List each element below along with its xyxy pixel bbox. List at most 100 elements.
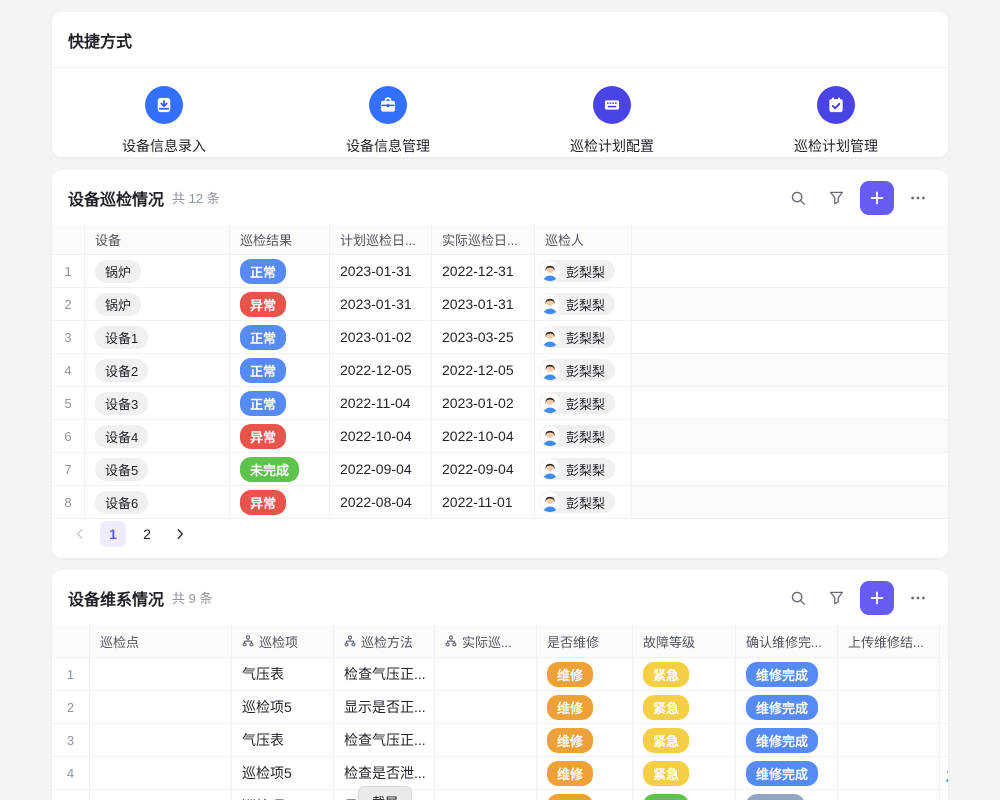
device-cell: 设备4 bbox=[85, 420, 230, 452]
filter-icon[interactable] bbox=[822, 584, 850, 612]
table-header-row: 设备巡检结果计划巡检日...实际巡检日...巡检人 bbox=[52, 225, 948, 255]
person-name: 彭梨梨 bbox=[566, 460, 605, 479]
maintenance-title: 设备维系情况 bbox=[68, 586, 164, 610]
table-row[interactable]: 3气压表检查气压正...维修紧急维修完成 bbox=[52, 724, 948, 757]
status-badge: 维修完成 bbox=[746, 662, 818, 687]
upload-cell bbox=[838, 790, 940, 800]
next-page-icon[interactable] bbox=[168, 522, 192, 546]
more-icon[interactable] bbox=[904, 184, 932, 212]
keyboard-icon[interactable] bbox=[593, 86, 631, 124]
shortcut-plan-config[interactable]: 巡检计划配置 bbox=[500, 86, 724, 156]
inspector-cell: 彭梨梨 bbox=[535, 453, 632, 485]
add-record-button[interactable] bbox=[860, 181, 894, 215]
column-header: 实际巡检日... bbox=[432, 225, 535, 254]
column-header: 上传维修结... bbox=[838, 625, 940, 657]
inspector-cell: 彭梨梨 bbox=[535, 321, 632, 353]
more-icon[interactable] bbox=[904, 584, 932, 612]
column-header: 故障等级 bbox=[633, 625, 736, 657]
table-row[interactable]: 4巡检项5检查是否泄...维修紧急维修完成 bbox=[52, 757, 948, 790]
shortcut-plan-manage[interactable]: 巡检计划管理 bbox=[724, 86, 948, 156]
shortcuts-title: 快捷方式 bbox=[68, 28, 132, 52]
inspection-card: 设备巡检情况 共 12 条 设备巡检结果计划巡检日...实际巡检日...巡检人1… bbox=[52, 170, 948, 558]
device-cell: 设备2 bbox=[85, 354, 230, 386]
person-name: 彭梨梨 bbox=[566, 328, 605, 347]
row-number: 7 bbox=[52, 453, 85, 485]
actual-date-cell: 2022-11-01 bbox=[432, 486, 535, 518]
prev-page-icon[interactable] bbox=[68, 522, 92, 546]
upload-cell bbox=[838, 757, 940, 789]
add-record-button[interactable] bbox=[860, 581, 894, 615]
table-row[interactable]: 4设备2正常2022-12-052022-12-05彭梨梨 bbox=[52, 354, 948, 387]
page-number-2[interactable]: 2 bbox=[134, 521, 160, 547]
table-row[interactable]: 1锅炉正常2023-01-312022-12-31彭梨梨 bbox=[52, 255, 948, 288]
briefcase-icon[interactable] bbox=[369, 86, 407, 124]
empty-cell bbox=[632, 321, 948, 353]
inspector-cell: 彭梨梨 bbox=[535, 255, 632, 287]
level-cell: 紧急 bbox=[633, 658, 736, 690]
status-badge: 维修完成 bbox=[746, 695, 818, 720]
table-row[interactable]: 1气压表检查气压正...维修紧急维修完成 bbox=[52, 658, 948, 691]
device-entry-icon[interactable] bbox=[145, 86, 183, 124]
empty-cell bbox=[632, 453, 948, 485]
lookup-icon bbox=[344, 635, 356, 647]
tooltip: 截屏 bbox=[358, 786, 412, 800]
status-badge: 正常 bbox=[240, 325, 286, 350]
result-cell: 异常 bbox=[230, 288, 330, 320]
confirm-cell: 维修完成 bbox=[736, 691, 838, 723]
lookup-icon bbox=[445, 635, 457, 647]
person-name: 彭梨梨 bbox=[566, 493, 605, 512]
result-cell: 正常 bbox=[230, 255, 330, 287]
table-row[interactable]: 8设备6异常2022-08-042022-11-01彭梨梨 bbox=[52, 486, 948, 519]
avatar bbox=[540, 261, 560, 281]
table-row[interactable]: 3设备1正常2023-01-022023-03-25彭梨梨 bbox=[52, 321, 948, 354]
device-cell: 锅炉 bbox=[85, 288, 230, 320]
column-header: 实际巡... bbox=[435, 625, 537, 657]
search-icon[interactable] bbox=[784, 184, 812, 212]
level-cell: 重要 bbox=[633, 790, 736, 800]
table-row[interactable]: 5设备3正常2022-11-042023-01-02彭梨梨 bbox=[52, 387, 948, 420]
table-row[interactable]: 5巡检项5显示是否正...维修重要维修中 bbox=[52, 790, 948, 800]
table-row[interactable]: 7设备5未完成2022-09-042022-09-04彭梨梨 bbox=[52, 453, 948, 486]
item-cell: 气压表 bbox=[232, 724, 334, 756]
inspection-table: 设备巡检结果计划巡检日...实际巡检日...巡检人1锅炉正常2023-01-31… bbox=[52, 225, 948, 519]
repair-cell: 维修 bbox=[537, 691, 633, 723]
empty-cell bbox=[632, 486, 948, 518]
actual-cell bbox=[435, 757, 537, 789]
search-icon[interactable] bbox=[784, 584, 812, 612]
row-number: 2 bbox=[52, 691, 90, 723]
empty-cell bbox=[632, 288, 948, 320]
column-header: 巡检点 bbox=[90, 625, 232, 657]
tag-pill: 设备2 bbox=[95, 359, 148, 382]
table-row[interactable]: 6设备4异常2022-10-042022-10-04彭梨梨 bbox=[52, 420, 948, 453]
shortcut-label: 设备信息管理 bbox=[346, 136, 430, 156]
planned-date-cell: 2022-11-04 bbox=[330, 387, 432, 419]
item-cell: 巡检项5 bbox=[232, 691, 334, 723]
shortcut-device-manage[interactable]: 设备信息管理 bbox=[276, 86, 500, 156]
table-row[interactable]: 2锅炉异常2023-01-312023-01-31彭梨梨 bbox=[52, 288, 948, 321]
actual-date-cell: 2022-12-05 bbox=[432, 354, 535, 386]
page-number-1[interactable]: 1 bbox=[100, 521, 126, 547]
upload-cell bbox=[838, 724, 940, 756]
device-cell: 锅炉 bbox=[85, 255, 230, 287]
row-number: 1 bbox=[52, 658, 90, 690]
column-header: 设备 bbox=[85, 225, 230, 254]
person-name: 彭梨梨 bbox=[566, 361, 605, 380]
filter-icon[interactable] bbox=[822, 184, 850, 212]
avatar bbox=[540, 294, 560, 314]
empty-cell bbox=[632, 255, 948, 287]
level-cell: 紧急 bbox=[633, 724, 736, 756]
column-header: 维 bbox=[940, 625, 948, 657]
method-cell: 检查是否泄... bbox=[334, 757, 435, 789]
shortcut-device-entry[interactable]: 设备信息录入 bbox=[52, 86, 276, 156]
table-row[interactable]: 2巡检项5显示是否正...维修紧急维修完成 bbox=[52, 691, 948, 724]
actual-cell bbox=[435, 790, 537, 800]
planned-date-cell: 2022-09-04 bbox=[330, 453, 432, 485]
result-cell: 异常 bbox=[230, 420, 330, 452]
column-header: 巡检项 bbox=[232, 625, 334, 657]
person-pill: 彭梨梨 bbox=[539, 458, 615, 480]
maintenance-card: 设备维系情况 共 9 条 巡检点巡检项巡检方法实际巡...是否维修故障等级确认维… bbox=[52, 570, 948, 800]
actual-date-cell: 2023-01-31 bbox=[432, 288, 535, 320]
device-cell: 设备1 bbox=[85, 321, 230, 353]
calendar-check-icon[interactable] bbox=[817, 86, 855, 124]
column-header: 巡检结果 bbox=[230, 225, 330, 254]
